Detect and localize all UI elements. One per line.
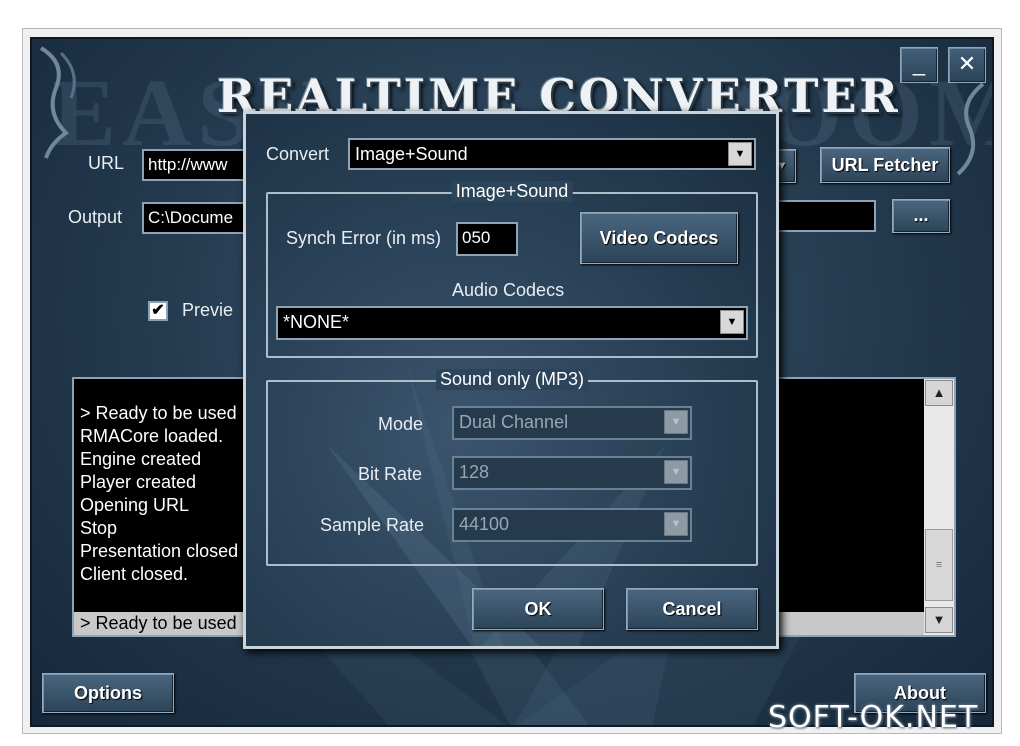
chevron-down-icon[interactable]: ▼ (720, 310, 744, 334)
image-sound-group-title: Image+Sound (451, 181, 573, 202)
sample-rate-select-value: 44100 (459, 514, 510, 534)
options-button[interactable]: Options (42, 673, 174, 713)
chevron-down-icon[interactable]: ▼ (664, 410, 688, 434)
cancel-button[interactable]: Cancel (626, 588, 758, 630)
convert-select-value: Image+Sound (355, 144, 468, 164)
video-codecs-button[interactable]: Video Codecs (580, 212, 738, 264)
browse-button[interactable]: ... (892, 199, 950, 233)
chevron-up-icon[interactable]: ▲ (925, 380, 953, 406)
bit-rate-label: Bit Rate (358, 464, 423, 484)
sample-rate-label: Sample Rate (320, 515, 425, 535)
mode-select[interactable]: Dual Channel ▼ (452, 406, 692, 440)
log-scrollbar[interactable]: ▲ ≡ ▼ (924, 379, 954, 635)
chevron-down-icon[interactable]: ▼ (664, 460, 688, 484)
site-watermark: SOFT-OK.NET (768, 700, 979, 735)
close-button[interactable]: ✕ (948, 47, 986, 83)
synch-error-label: Synch Error (in ms) (286, 228, 442, 248)
mode-label: Mode (378, 414, 424, 434)
scrollbar-thumb[interactable]: ≡ (925, 529, 953, 601)
url-label: URL (88, 153, 125, 173)
synch-error-input[interactable]: 050 (456, 222, 518, 256)
chevron-down-icon[interactable]: ▼ (925, 607, 953, 633)
audio-codecs-select[interactable]: *NONE* ▼ (276, 306, 748, 340)
audio-codecs-label: Audio Codecs (452, 280, 565, 300)
audio-codecs-select-value: *NONE* (283, 312, 350, 332)
bit-rate-select-value: 128 (459, 462, 490, 482)
output-label: Output (68, 207, 123, 227)
chevron-down-icon[interactable]: ▼ (728, 142, 752, 166)
chevron-down-icon[interactable]: ▼ (664, 512, 688, 536)
image-sound-group: Image+Sound Synch Error (in ms) 050 Vide… (266, 181, 758, 358)
convert-label: Convert (266, 144, 330, 164)
sound-only-group: Sound only (MP3) Mode Dual Channel ▼ Bit… (266, 369, 758, 566)
output-input[interactable]: C:\Docume (142, 202, 252, 234)
sound-only-group-title: Sound only (MP3) (435, 369, 589, 390)
url-input[interactable]: http://www (142, 149, 252, 181)
output-input-tail[interactable] (772, 200, 876, 232)
convert-dialog: Convert Image+Sound ▼ Image+Sound Synch … (243, 111, 779, 649)
corner-ornament-icon (39, 46, 76, 159)
minimize-button[interactable]: _ (900, 47, 938, 83)
preview-label: Previe (182, 300, 234, 320)
mode-select-value: Dual Channel (459, 412, 569, 432)
convert-select[interactable]: Image+Sound ▼ (348, 138, 756, 170)
sample-rate-select[interactable]: 44100 ▼ (452, 508, 692, 542)
preview-checkbox[interactable]: ✔ (148, 301, 168, 321)
bit-rate-select[interactable]: 128 ▼ (452, 456, 692, 490)
ok-button[interactable]: OK (472, 588, 604, 630)
url-fetcher-button[interactable]: URL Fetcher (820, 147, 950, 183)
